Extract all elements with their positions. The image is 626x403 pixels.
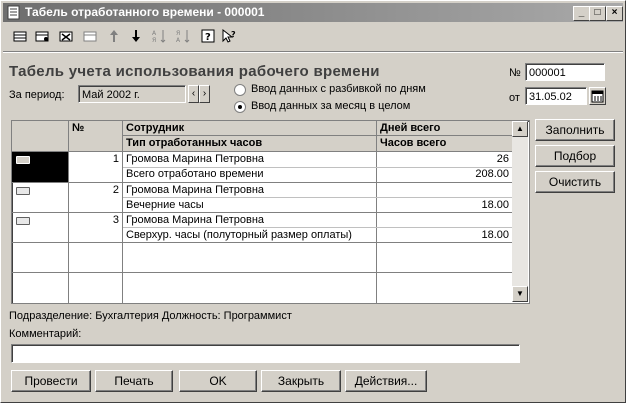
help-icon[interactable]: ? <box>199 29 217 47</box>
delete-row-icon[interactable] <box>57 29 75 47</box>
header-corner <box>12 121 68 151</box>
row-employee[interactable]: Громова Марина Петровна <box>126 152 264 167</box>
print-button[interactable]: Печать <box>95 370 173 392</box>
toolbar-separator <box>3 51 623 53</box>
scroll-up-button[interactable]: ▲ <box>512 121 528 137</box>
calendar-button[interactable] <box>589 87 606 105</box>
minimize-button[interactable]: _ <box>573 6 590 21</box>
department-info: Подразделение: Бухгалтерия Должность: Пр… <box>9 310 292 322</box>
calendar-icon <box>591 90 604 103</box>
sort-desc-icon[interactable]: ЯA <box>175 29 193 47</box>
period-prev-button[interactable]: ‹ <box>188 85 199 103</box>
context-help-icon[interactable]: ? <box>221 28 239 47</box>
row-days[interactable]: 26 <box>377 152 509 167</box>
edit-row-icon[interactable] <box>81 29 99 47</box>
move-up-icon[interactable] <box>105 29 123 47</box>
row-icon <box>16 187 30 195</box>
clear-button[interactable]: Очистить <box>535 171 615 193</box>
number-value: 000001 <box>529 67 566 79</box>
row-hours[interactable]: 18.00 <box>377 228 509 243</box>
svg-text:A: A <box>176 37 181 43</box>
period-field[interactable]: Май 2002 г. <box>78 85 186 103</box>
row-num[interactable]: 1 <box>69 152 119 167</box>
select-button[interactable]: Подбор <box>535 145 615 167</box>
row-icon <box>16 156 30 164</box>
header-days-total[interactable]: Дней всего <box>377 121 512 136</box>
header-employee[interactable]: Сотрудник <box>123 121 376 136</box>
grid-line <box>12 272 512 273</box>
copy-row-icon[interactable] <box>33 29 51 47</box>
number-field[interactable]: 000001 <box>525 63 605 81</box>
row-num[interactable]: 2 <box>69 183 119 198</box>
radio-whole-month[interactable] <box>234 101 246 113</box>
maximize-button[interactable]: □ <box>589 6 606 21</box>
row-hours-type[interactable]: Сверхур. часы (полуторный размер оплаты) <box>126 228 352 243</box>
close-button[interactable]: × <box>606 6 623 21</box>
timesheet-table[interactable]: № Сотрудник Тип отработанных часов Дней … <box>11 120 530 304</box>
title-bar: Табель отработанного времени - 000001 _ … <box>3 3 623 22</box>
row-hours-type[interactable]: Вечерние часы <box>126 198 204 213</box>
close-form-button[interactable]: Закрыть <box>261 370 341 392</box>
date-field[interactable]: 31.05.02 <box>525 87 587 105</box>
period-value: Май 2002 г. <box>82 89 140 101</box>
svg-text:A: A <box>152 30 157 37</box>
document-window: Табель отработанного времени - 000001 _ … <box>0 0 626 403</box>
comment-label: Комментарий: <box>9 328 82 340</box>
move-down-icon[interactable] <box>127 29 145 47</box>
header-hours-total[interactable]: Часов всего <box>377 136 512 151</box>
svg-text:?: ? <box>205 32 211 43</box>
row-hours[interactable]: 208.00 <box>377 167 509 182</box>
row-num[interactable]: 3 <box>69 213 119 228</box>
date-label: от <box>509 92 520 104</box>
row-icon <box>16 217 30 225</box>
period-label: За период: <box>9 89 65 101</box>
row-hours[interactable]: 18.00 <box>377 198 509 213</box>
window-title: Табель отработанного времени - 000001 <box>25 5 265 19</box>
document-icon <box>7 5 20 20</box>
sort-asc-icon[interactable]: AЯ <box>151 29 169 47</box>
header-hours-type[interactable]: Тип отработанных часов <box>123 136 376 151</box>
radio-by-days-label: Ввод данных с разбивкой по дням <box>251 83 426 95</box>
svg-text:Я: Я <box>152 37 156 43</box>
ok-button[interactable]: OK <box>179 370 257 392</box>
row-employee[interactable]: Громова Марина Петровна <box>126 183 264 198</box>
grid-line <box>123 135 512 136</box>
radio-whole-month-label: Ввод данных за месяц в целом <box>251 100 411 112</box>
row-employee[interactable]: Громова Марина Петровна <box>126 213 264 228</box>
fill-button[interactable]: Заполнить <box>535 119 615 141</box>
header-num[interactable]: № <box>69 121 122 151</box>
table-scrollbar[interactable]: ▲ ▼ <box>512 121 528 302</box>
form-heading: Табель учета использования рабочего врем… <box>9 63 380 80</box>
date-value: 31.05.02 <box>529 91 572 103</box>
actions-button[interactable]: Действия... <box>345 370 427 392</box>
new-row-icon[interactable] <box>11 29 29 47</box>
comment-input[interactable] <box>11 344 520 363</box>
svg-text:?: ? <box>231 30 236 39</box>
radio-by-days[interactable] <box>234 84 246 96</box>
period-next-button[interactable]: › <box>199 85 210 103</box>
post-button[interactable]: Провести <box>11 370 91 392</box>
svg-text:Я: Я <box>176 30 180 37</box>
scroll-down-button[interactable]: ▼ <box>512 286 528 302</box>
number-label: № <box>509 67 521 79</box>
toolbar: AЯ ЯA ? ? <box>5 27 621 49</box>
row-hours-type[interactable]: Всего отработано времени <box>126 167 263 182</box>
